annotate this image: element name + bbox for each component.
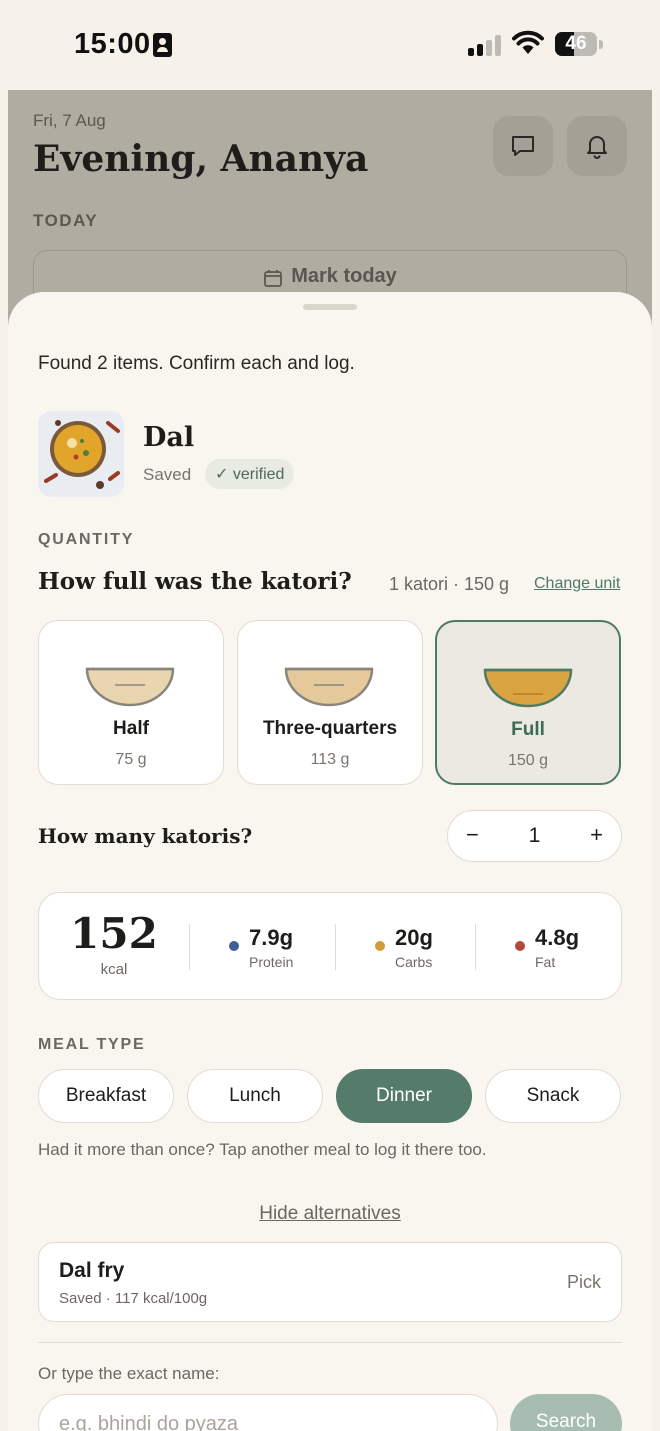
katori-three-quarters-icon [284,667,374,707]
calories-value: 152 [70,909,158,958]
change-unit-link[interactable]: Change unit [534,575,620,593]
fat-value: 4.8g [535,925,580,950]
calories-unit: kcal [100,961,128,978]
date-label: Fri, 7 Aug [33,111,106,130]
divider [38,1342,622,1343]
fat-dot [515,941,525,951]
hide-alternatives-link[interactable]: Hide alternatives [8,1203,652,1225]
log-food-sheet: Found 2 items. Confirm each and log. Dal… [8,292,652,1431]
contact-card-icon [153,33,172,57]
wifi-icon [512,30,544,54]
alternative-name: Dal fry [59,1259,125,1282]
bell-icon [587,136,607,159]
increment-button[interactable]: + [590,822,603,848]
meal-type-hint: Had it more than once? Tap another meal … [38,1140,487,1159]
battery-percent: 46 [565,33,587,54]
divider [475,924,476,970]
sheet-drag-handle[interactable] [303,304,357,310]
quantity-option-label: Half [113,718,149,739]
quantity-option-full[interactable]: Full 150 g [435,620,621,785]
found-items-text: Found 2 items. Confirm each and log. [38,353,355,374]
katori-half-icon [85,667,175,707]
meal-snack-button[interactable]: Snack [485,1069,621,1123]
chat-button[interactable] [493,116,553,176]
pick-button[interactable]: Pick [567,1272,601,1293]
protein-dot [229,941,239,951]
unit-info: 1 katori · 150 g [389,574,510,594]
dal-food-image [38,411,124,497]
today-section-label: TODAY [33,211,99,230]
protein-value: 7.9g [249,925,294,950]
carbs-label: Carbs [395,954,433,970]
quantity-option-grams: 113 g [310,751,350,768]
quantity-option-grams: 150 g [507,752,549,769]
quantity-section-label: QUANTITY [38,531,135,548]
meal-type-section-label: MEAL TYPE [38,1036,146,1053]
cellular-signal-icon [468,34,502,56]
notifications-button[interactable] [567,116,627,176]
quantity-option-half[interactable]: Half 75 g [38,620,224,785]
nutrition-summary-card: 152 kcal 7.9g Protein 20g Carbs 4.8g Fat [38,892,622,1000]
quantity-option-grams: 75 g [115,751,147,768]
carbs-dot [375,941,385,951]
katori-full-icon [483,668,573,708]
battery-tip [599,40,603,49]
status-bar: 15:00 46 [0,0,660,90]
food-name: Dal [143,422,195,453]
fat-label: Fat [535,954,556,970]
katori-question: How full was the katori? [38,568,352,595]
alternative-item[interactable]: Dal fry Saved · 117 kcal/100g Pick [38,1242,622,1322]
search-button[interactable]: Search [510,1394,622,1431]
calendar-icon [264,270,283,287]
exact-name-label: Or type the exact name: [38,1364,220,1383]
food-source: Saved [143,465,192,484]
alternative-meta: Saved · 117 kcal/100g [59,1290,208,1307]
meal-dinner-button[interactable]: Dinner [336,1069,472,1123]
quantity-option-label: Full [511,719,545,740]
greeting-title: Evening, Ananya [33,138,369,180]
meal-lunch-button[interactable]: Lunch [187,1069,323,1123]
katori-count-stepper: − 1 + [447,810,622,862]
quantity-option-label: Three-quarters [262,718,398,739]
verified-badge: ✓ verified [205,459,295,489]
battery-icon: 46 [555,32,597,56]
protein-label: Protein [249,954,294,970]
chat-icon [512,136,534,156]
katori-count-question: How many katoris? [38,824,253,848]
divider [335,924,336,970]
status-time: 15:00 [74,28,151,60]
divider [189,924,190,970]
exact-name-input[interactable] [38,1394,498,1431]
meal-breakfast-button[interactable]: Breakfast [38,1069,174,1123]
quantity-option-three-quarters[interactable]: Three-quarters 113 g [237,620,423,785]
carbs-value: 20g [395,925,433,950]
